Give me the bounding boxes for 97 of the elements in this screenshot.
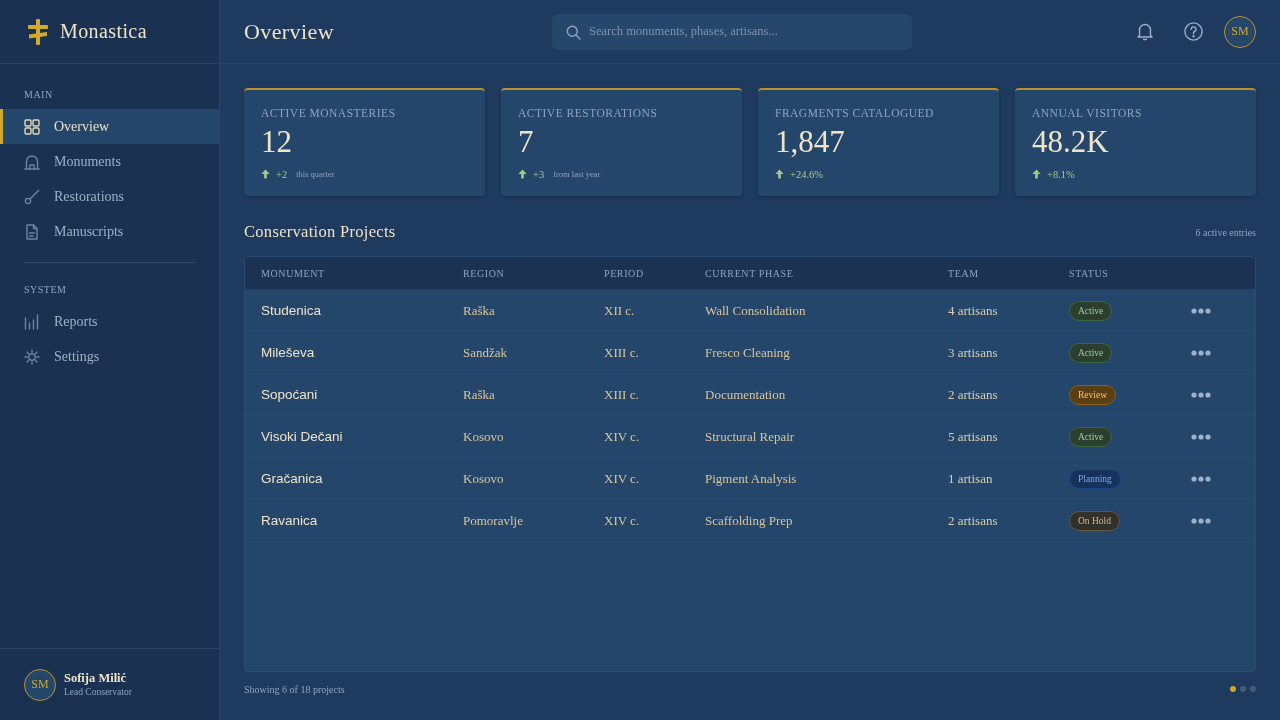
stat-label: ANNUAL VISITORS <box>1032 106 1142 121</box>
stat-label: ACTIVE MONASTERIES <box>261 106 396 121</box>
stat-value: 1,847 <box>775 125 845 159</box>
stat-value: 12 <box>261 125 292 159</box>
brand-name: Monastica <box>60 20 147 43</box>
monument-name: Sopoćani <box>261 387 318 402</box>
table-cell: XIII c. <box>604 344 639 361</box>
column-header: MONUMENT <box>261 267 325 279</box>
table-cell: XII c. <box>604 302 635 319</box>
nav-item[interactable]: Settings <box>0 339 219 374</box>
more-icon[interactable] <box>1191 475 1211 482</box>
table-cell: Fresco Cleaning <box>705 344 790 361</box>
up-arrow-icon <box>261 169 270 179</box>
table-cell: Wall Consolidation <box>705 302 806 319</box>
page-title: Overview <box>244 18 334 45</box>
table-cell: Raška <box>463 386 495 403</box>
column-header: STATUS <box>1069 267 1109 279</box>
nav-item[interactable]: Restorations <box>0 179 219 214</box>
table-cell: Kosovo <box>463 428 504 445</box>
bar-chart-icon <box>24 313 40 330</box>
stat-label: ACTIVE RESTORATIONS <box>518 106 658 121</box>
section-label: SYSTEM <box>24 284 67 296</box>
stat-value: 7 <box>518 125 534 159</box>
building-icon <box>24 153 40 170</box>
stat-value: 48.2K <box>1032 125 1109 159</box>
sun-icon <box>24 348 40 365</box>
table-cell: Documentation <box>705 386 786 403</box>
entry-count: 6 active entries <box>1195 226 1256 238</box>
table-cell: 4 artisans <box>948 302 998 319</box>
table-cell: XIV c. <box>604 428 640 445</box>
section-label: MAIN <box>24 89 53 101</box>
table-cell: 1 artisan <box>948 470 993 487</box>
stat-note: from last year <box>553 169 601 179</box>
nav-item[interactable]: Overview <box>0 109 219 144</box>
column-header: CURRENT PHASE <box>705 267 794 279</box>
more-icon[interactable] <box>1191 433 1211 440</box>
table-cell: 5 artisans <box>948 428 998 445</box>
up-arrow-icon <box>1032 169 1041 179</box>
column-header: REGION <box>463 267 505 279</box>
nav-item[interactable]: Monuments <box>0 144 219 179</box>
stat-label: FRAGMENTS CATALOGUED <box>775 106 934 121</box>
grid-icon <box>24 118 40 135</box>
status-badge: Planning <box>1069 468 1121 489</box>
table-cell: 2 artisans <box>948 512 998 529</box>
stat-delta: +8.1% <box>1047 168 1075 180</box>
search-icon <box>566 24 581 40</box>
user-avatar: SM <box>24 668 56 701</box>
monument-name: Studenica <box>261 303 322 318</box>
notification-bell-icon[interactable] <box>1136 22 1154 41</box>
user-name: Sofija Milić <box>64 671 127 686</box>
pagination-dot-icon[interactable] <box>1230 686 1236 692</box>
more-icon[interactable] <box>1191 517 1211 524</box>
table-cell: Scaffolding Prep <box>705 512 793 529</box>
table-cell: Sandžak <box>463 344 508 361</box>
brush-icon <box>24 188 40 205</box>
search-field[interactable]: Search monuments, phases, artisans... <box>552 13 912 50</box>
document-icon <box>24 223 40 240</box>
more-icon[interactable] <box>1191 349 1211 356</box>
user-role: Lead Conservator <box>64 686 132 698</box>
stat-note: this quarter <box>296 169 335 179</box>
column-header: PERIOD <box>604 267 644 279</box>
status-badge: Active <box>1069 300 1113 321</box>
table-cell: Kosovo <box>463 470 504 487</box>
table-cell: 2 artisans <box>948 386 998 403</box>
table-cell: Structural Repair <box>705 428 795 445</box>
more-icon[interactable] <box>1191 391 1211 398</box>
table-cell: Pomoravlje <box>463 512 523 529</box>
pagination-dot-icon[interactable] <box>1240 686 1246 692</box>
table-cell: Pigment Analysis <box>705 470 797 487</box>
status-badge: Review <box>1069 384 1117 405</box>
help-icon[interactable] <box>1184 22 1203 41</box>
monument-name: Visoki Dečani <box>261 429 343 444</box>
status-badge: Active <box>1069 342 1113 363</box>
status-badge: On Hold <box>1069 510 1120 531</box>
table-cell: XIV c. <box>604 512 640 529</box>
pagination-dot-icon[interactable] <box>1250 686 1256 692</box>
up-arrow-icon <box>775 169 784 179</box>
status-badge: Active <box>1069 426 1113 447</box>
table-cell: XIV c. <box>604 470 640 487</box>
monument-name: Ravanica <box>261 513 318 528</box>
nav-item[interactable]: Reports <box>0 304 219 339</box>
column-header: TEAM <box>948 267 979 279</box>
nav-item[interactable]: Manuscripts <box>0 214 219 249</box>
stat-delta: +2 <box>276 168 288 180</box>
monument-name: Gračanica <box>261 471 323 486</box>
user-avatar[interactable]: SM <box>1224 15 1256 48</box>
up-arrow-icon <box>518 169 527 179</box>
more-icon[interactable] <box>1191 307 1211 314</box>
table-cell: Raška <box>463 302 495 319</box>
showing-count: Showing 6 of 18 projects <box>244 683 345 695</box>
monument-name: Mileševa <box>261 345 315 360</box>
stat-delta: +24.6% <box>790 168 824 180</box>
stat-delta: +3 <box>533 168 545 180</box>
section-title: Conservation Projects <box>244 222 396 242</box>
table-cell: XIII c. <box>604 386 639 403</box>
table-cell: 3 artisans <box>948 344 998 361</box>
cross-icon <box>27 18 49 45</box>
